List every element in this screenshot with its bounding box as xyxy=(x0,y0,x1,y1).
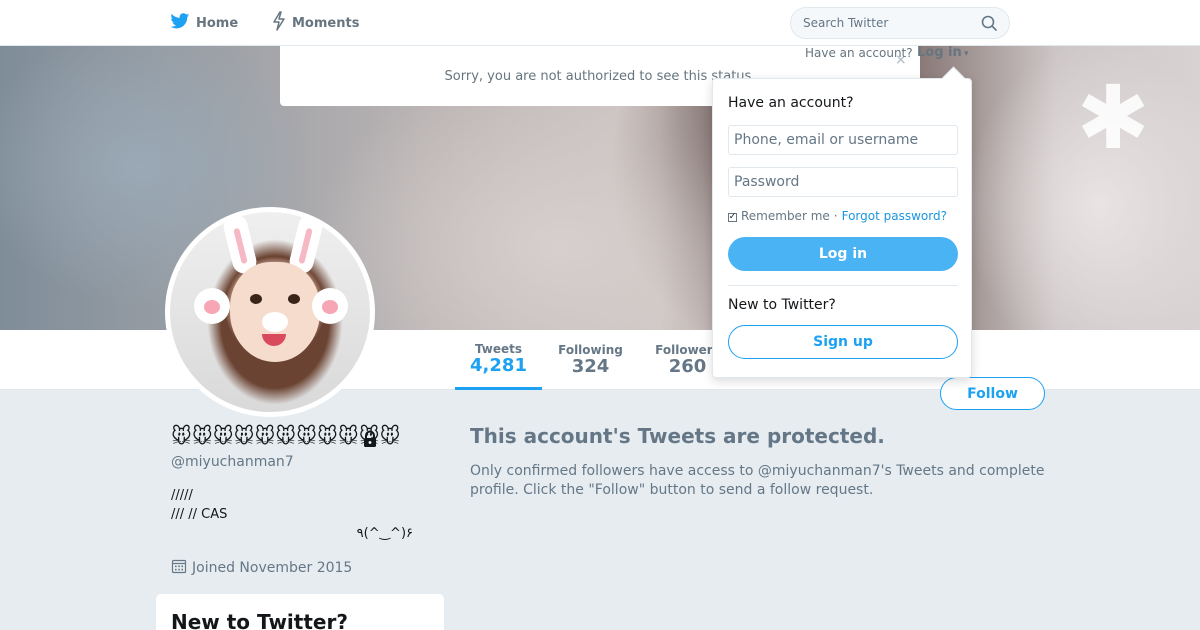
search-icon[interactable] xyxy=(981,15,997,35)
stat-tweets[interactable]: Tweets 4,281 xyxy=(455,330,542,390)
remember-me-label[interactable]: Remember me xyxy=(741,209,830,223)
separator-dot: · xyxy=(833,209,838,223)
stat-following-label: Following xyxy=(558,343,623,357)
password-field[interactable] xyxy=(728,167,958,197)
remember-me-checkbox[interactable]: ✓ xyxy=(728,212,737,222)
login-dropdown-toggle[interactable]: Log in xyxy=(917,45,962,60)
bio-line: /// // CAS xyxy=(171,507,228,522)
twitter-bird-icon xyxy=(170,12,196,34)
avatar-eye-right xyxy=(288,294,300,304)
follow-button[interactable]: Follow xyxy=(940,377,1045,410)
nav-moments[interactable]: Moments xyxy=(272,0,359,46)
protected-body: Only confirmed followers have access to … xyxy=(470,463,1045,498)
search-input[interactable] xyxy=(790,7,1010,39)
divider xyxy=(728,285,958,286)
have-account-text: Have an account? xyxy=(805,46,913,60)
remember-me-row: ✓ Remember me · Forgot password? xyxy=(728,209,947,223)
stat-following-value: 324 xyxy=(571,356,610,377)
signup-module-title: New to Twitter? xyxy=(171,610,348,630)
new-to-twitter-text: New to Twitter? xyxy=(728,297,836,313)
login-dropdown-title: Have an account? xyxy=(728,95,854,111)
stat-followers-value: 260 xyxy=(668,356,707,377)
username-field[interactable] xyxy=(728,125,958,155)
status-alert-text: Sorry, you are not authorized to see thi… xyxy=(444,68,756,84)
stat-following[interactable]: Following 324 xyxy=(548,330,633,390)
bunny-nose-decoration xyxy=(262,312,288,332)
bunny-paw-left-decoration xyxy=(194,288,230,324)
nav-home-label: Home xyxy=(196,15,239,31)
nav-moments-label: Moments xyxy=(292,15,360,31)
stat-tweets-value: 4,281 xyxy=(470,354,527,376)
caret-down-icon[interactable]: ▾ xyxy=(964,49,969,59)
bio-line: ///// xyxy=(171,488,193,503)
nav-home[interactable]: Home xyxy=(170,0,238,46)
top-navigation-bar: Home Moments xyxy=(0,0,1200,46)
forgot-password-link[interactable]: Forgot password? xyxy=(842,209,947,223)
bunny-paw-right-decoration xyxy=(312,288,348,324)
avatar[interactable] xyxy=(165,207,375,417)
lightning-icon xyxy=(272,11,292,35)
bio-kaomoji: ٩(^‿^)۶ xyxy=(356,526,413,541)
signup-button[interactable]: Sign up xyxy=(728,325,958,359)
profile-handle[interactable]: @miyuchanman7 xyxy=(171,454,294,470)
banner-sticker-decoration: ✱ xyxy=(1076,66,1150,169)
profile-bio: ///// /// // CAS ٩(^‿^)۶ xyxy=(171,486,421,543)
login-dropdown: Have an account? ✓ Remember me · Forgot … xyxy=(712,78,972,378)
login-button[interactable]: Log in xyxy=(728,237,958,271)
stat-tweets-label: Tweets xyxy=(474,341,523,356)
joined-date-text: Joined November 2015 xyxy=(192,560,353,576)
signup-module: New to Twitter? xyxy=(156,594,444,630)
protected-title: This account's Tweets are protected. xyxy=(470,424,885,448)
joined-date: Joined November 2015 xyxy=(171,558,352,578)
stat-followers-label: Followers xyxy=(655,343,720,357)
lock-icon xyxy=(362,430,378,452)
avatar-eye-left xyxy=(250,294,262,304)
calendar-icon xyxy=(171,558,192,578)
